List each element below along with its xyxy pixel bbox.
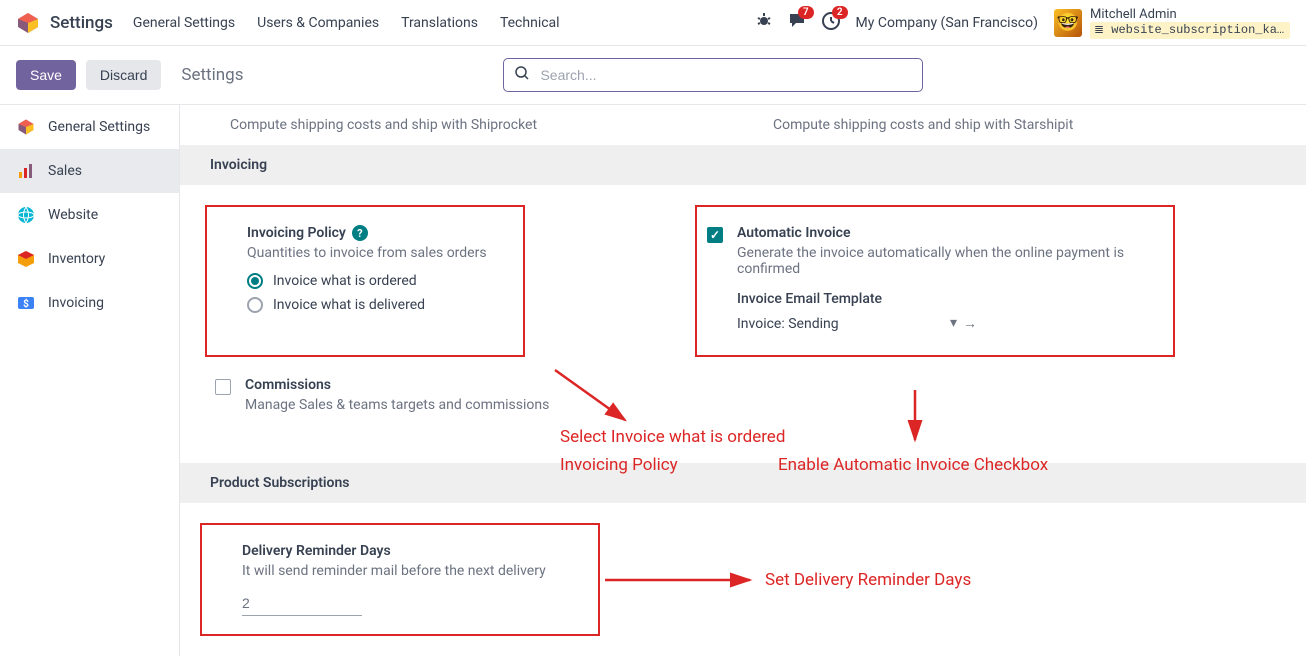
commissions-card: Commissions Manage Sales & teams targets… bbox=[205, 377, 605, 443]
messages-icon[interactable]: 7 bbox=[788, 12, 806, 34]
search-input[interactable] bbox=[503, 58, 923, 92]
template-select[interactable]: Invoice: Sending ▾ → bbox=[737, 311, 977, 337]
template-label: Invoice Email Template bbox=[737, 291, 1155, 307]
search-icon bbox=[515, 66, 529, 84]
app-title[interactable]: Settings bbox=[50, 13, 113, 33]
sidebar-item-label: Sales bbox=[48, 163, 82, 179]
sidebar-item-sales[interactable]: Sales bbox=[0, 149, 179, 193]
annotation-policy-line2: Invoicing Policy bbox=[560, 455, 678, 475]
app-logo-icon bbox=[16, 11, 40, 35]
username: Mitchell Admin bbox=[1090, 7, 1290, 23]
invoicing-policy-title: Invoicing Policy bbox=[247, 225, 346, 241]
commissions-desc: Manage Sales & teams targets and commiss… bbox=[245, 397, 587, 413]
automatic-invoice-checkbox[interactable] bbox=[707, 227, 723, 243]
starshipit-desc: Compute shipping costs and ship with Sta… bbox=[773, 117, 1256, 133]
general-settings-icon bbox=[16, 117, 36, 137]
sidebar-item-label: Invoicing bbox=[48, 295, 104, 311]
delivery-reminder-desc: It will send reminder mail before the ne… bbox=[242, 563, 580, 579]
radio-invoice-delivered[interactable]: Invoice what is delivered bbox=[247, 297, 505, 313]
menu-users-companies[interactable]: Users & Companies bbox=[257, 15, 379, 31]
delivery-reminder-card: Delivery Reminder Days It will send remi… bbox=[200, 523, 600, 636]
menu-translations[interactable]: Translations bbox=[401, 15, 478, 31]
section-header-invoicing: Invoicing bbox=[180, 145, 1306, 185]
section-header-subscriptions: Product Subscriptions bbox=[180, 463, 1306, 503]
topnav-menu: General Settings Users & Companies Trans… bbox=[133, 15, 560, 31]
sidebar-item-website[interactable]: Website bbox=[0, 193, 179, 237]
menu-technical[interactable]: Technical bbox=[500, 15, 560, 31]
chevron-down-icon: ▾ bbox=[950, 315, 957, 332]
sidebar-item-label: Inventory bbox=[48, 251, 105, 267]
messages-badge: 7 bbox=[798, 6, 814, 19]
radio-icon bbox=[247, 273, 263, 289]
invoicing-icon: $ bbox=[16, 293, 36, 313]
radio-label: Invoice what is delivered bbox=[273, 297, 425, 313]
activities-badge: 2 bbox=[832, 6, 848, 19]
avatar: 🤓 bbox=[1054, 9, 1082, 37]
annotation-reminder: Set Delivery Reminder Days bbox=[765, 570, 971, 590]
automatic-invoice-card: Automatic Invoice Generate the invoice a… bbox=[695, 205, 1175, 357]
radio-icon bbox=[247, 297, 263, 313]
invoicing-policy-desc: Quantities to invoice from sales orders bbox=[247, 245, 505, 261]
sidebar-item-inventory[interactable]: Inventory bbox=[0, 237, 179, 281]
help-icon[interactable]: ? bbox=[352, 225, 368, 241]
sidebar-item-general[interactable]: General Settings bbox=[0, 105, 179, 149]
annotation-automatic: Enable Automatic Invoice Checkbox bbox=[778, 455, 1048, 475]
automatic-invoice-title: Automatic Invoice bbox=[737, 225, 851, 241]
delivery-reminder-title: Delivery Reminder Days bbox=[242, 543, 391, 559]
sidebar-item-label: General Settings bbox=[48, 119, 150, 135]
external-link-icon[interactable]: → bbox=[963, 315, 977, 332]
sidebar-item-label: Website bbox=[48, 207, 98, 223]
debug-icon[interactable] bbox=[756, 13, 772, 33]
annotation-policy-line1: Select Invoice what is ordered bbox=[560, 427, 785, 447]
automatic-invoice-desc: Generate the invoice automatically when … bbox=[737, 245, 1155, 277]
invoicing-policy-card: Invoicing Policy ? Quantities to invoice… bbox=[205, 205, 525, 357]
save-button[interactable]: Save bbox=[16, 60, 76, 90]
delivery-reminder-input[interactable] bbox=[242, 591, 362, 616]
radio-label: Invoice what is ordered bbox=[273, 273, 417, 289]
commissions-checkbox[interactable] bbox=[215, 379, 231, 395]
activities-icon[interactable]: 2 bbox=[822, 12, 840, 34]
template-value: Invoice: Sending bbox=[737, 316, 839, 332]
shiprocket-desc: Compute shipping costs and ship with Shi… bbox=[230, 117, 713, 133]
commissions-title: Commissions bbox=[245, 377, 331, 393]
control-bar: Save Discard Settings bbox=[0, 46, 1306, 105]
settings-content: Compute shipping costs and ship with Shi… bbox=[180, 105, 1306, 656]
svg-text:$: $ bbox=[23, 297, 29, 310]
radio-invoice-ordered[interactable]: Invoice what is ordered bbox=[247, 273, 505, 289]
sidebar-item-invoicing[interactable]: $ Invoicing bbox=[0, 281, 179, 325]
sales-icon bbox=[16, 161, 36, 181]
top-navigation: Settings General Settings Users & Compan… bbox=[0, 0, 1306, 46]
sidebar: General Settings Sales Website Inventory… bbox=[0, 105, 180, 656]
user-context: ≣ website_subscription_kan... bbox=[1090, 22, 1290, 38]
user-menu[interactable]: 🤓 Mitchell Admin ≣ website_subscription_… bbox=[1054, 7, 1290, 39]
breadcrumb: Settings bbox=[181, 65, 243, 85]
inventory-icon bbox=[16, 249, 36, 269]
discard-button[interactable]: Discard bbox=[86, 60, 161, 90]
menu-general-settings[interactable]: General Settings bbox=[133, 15, 235, 31]
website-icon bbox=[16, 205, 36, 225]
company-selector[interactable]: My Company (San Francisco) bbox=[856, 15, 1038, 31]
